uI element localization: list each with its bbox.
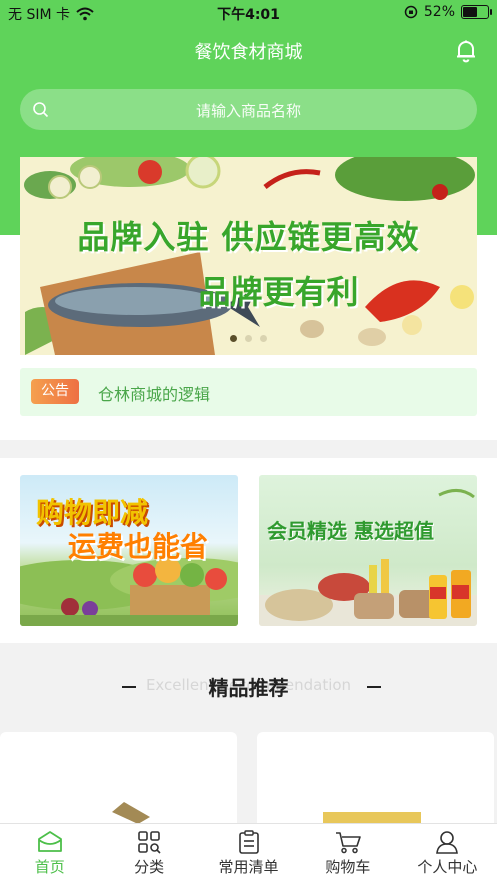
promo-shipping-line2: 运费也能省 bbox=[68, 530, 209, 563]
battery-icon bbox=[461, 5, 492, 19]
promo-members-illustration bbox=[259, 489, 477, 626]
tab-category[interactable]: 分类 bbox=[99, 824, 198, 884]
bottom-tab-bar: 首页 分类 常用清单 购物车 个人中心 bbox=[0, 823, 497, 884]
battery-percent: 52% bbox=[423, 4, 455, 20]
announcement-badge: 公告 bbox=[31, 379, 79, 404]
promo-card-members[interactable]: 会员精选 惠选超值 bbox=[259, 475, 477, 626]
status-bar: 无 SIM 卡 下午4:01 52% bbox=[0, 0, 497, 26]
orientation-lock-icon bbox=[404, 5, 418, 19]
section-dash-right bbox=[367, 686, 381, 688]
carousel-dot[interactable] bbox=[245, 335, 252, 342]
tab-profile[interactable]: 个人中心 bbox=[398, 824, 497, 884]
search-icon bbox=[33, 102, 49, 118]
product-image bbox=[112, 802, 150, 824]
home-icon bbox=[37, 831, 62, 852]
page-title: 餐饮食材商城 bbox=[194, 42, 303, 63]
tab-home-label: 首页 bbox=[34, 858, 65, 876]
category-icon bbox=[138, 831, 161, 854]
banner-headline: 品牌入驻 供应链更高效 bbox=[77, 218, 420, 256]
section-dash-left bbox=[122, 686, 136, 688]
list-icon bbox=[238, 830, 259, 854]
announcement-text[interactable]: 仓林商城的逻辑 bbox=[98, 381, 210, 405]
search-input[interactable] bbox=[60, 89, 437, 132]
tab-cart-label: 购物车 bbox=[325, 858, 371, 876]
user-icon bbox=[436, 831, 459, 854]
section-title: 精品推荐 bbox=[208, 676, 289, 700]
tab-shopping-list-label: 常用清单 bbox=[218, 858, 279, 876]
search-bar[interactable] bbox=[20, 89, 477, 132]
tab-category-label: 分类 bbox=[134, 858, 165, 876]
carousel-dot[interactable] bbox=[230, 335, 237, 342]
tab-shopping-list[interactable]: 常用清单 bbox=[199, 824, 298, 884]
notification-bell-icon[interactable] bbox=[453, 38, 479, 64]
cart-icon bbox=[335, 832, 361, 854]
tab-profile-label: 个人中心 bbox=[417, 858, 478, 876]
product-card[interactable] bbox=[0, 732, 237, 832]
promo-card-shipping[interactable]: 购物即减 运费也能省 bbox=[20, 475, 238, 626]
carousel-indicator bbox=[20, 335, 477, 342]
announcement-bar[interactable]: 公告 仓林商城的逻辑 bbox=[20, 368, 477, 416]
tab-home[interactable]: 首页 bbox=[0, 824, 99, 884]
section-header: Excellent Recommendation 精品推荐 bbox=[0, 672, 497, 702]
carousel-dot[interactable] bbox=[260, 335, 267, 342]
product-image bbox=[323, 812, 421, 824]
product-card[interactable] bbox=[257, 732, 494, 832]
promo-members-text: 会员精选 惠选超值 bbox=[267, 519, 434, 543]
promo-banner[interactable]: 品牌入驻 供应链更高效 品牌更有利 bbox=[20, 157, 477, 355]
tab-cart[interactable]: 购物车 bbox=[298, 824, 397, 884]
banner-subheadline: 品牌更有利 bbox=[198, 273, 359, 311]
